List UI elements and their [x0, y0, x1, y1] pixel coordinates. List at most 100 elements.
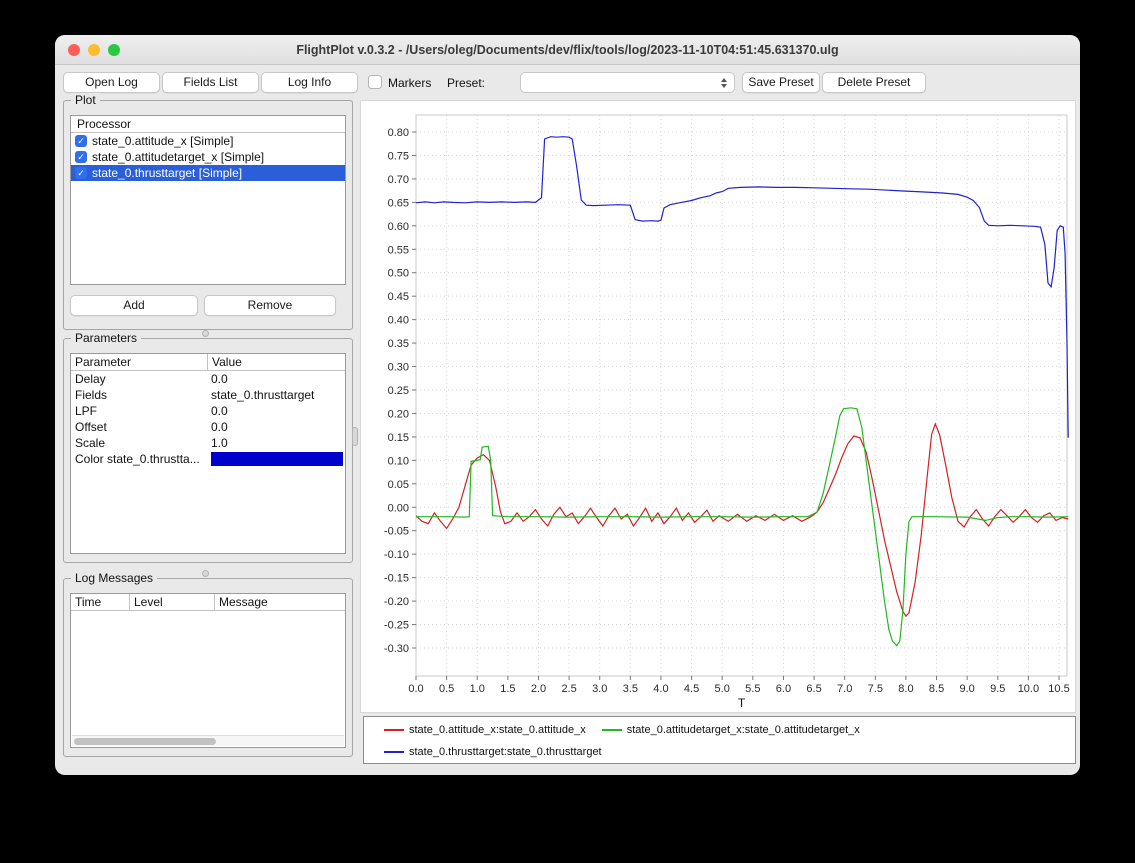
plot-panel-title: Plot [71, 93, 100, 107]
x-tick-label: 6.5 [806, 683, 821, 695]
parameter-row: Fieldsstate_0.thrusttarget [71, 387, 345, 403]
split-handle-vertical[interactable] [352, 427, 358, 446]
fields-list-button[interactable]: Fields List [162, 72, 259, 93]
zoom-button[interactable] [108, 44, 120, 56]
x-tick-label: 6.0 [776, 683, 791, 695]
plot-series-item[interactable]: ✓ state_0.thrusttarget [Simple] [71, 165, 345, 181]
plot-series-list[interactable]: Processor ✓state_0.attitude_x [Simple]✓s… [70, 115, 346, 285]
parameter-name: Fields [71, 387, 207, 403]
parameter-row: Scale1.0 [71, 435, 345, 451]
parameters-table-header: Parameter Value [71, 354, 345, 371]
y-tick-label: 0.45 [388, 291, 409, 303]
log-messages-title: Log Messages [71, 571, 157, 585]
x-tick-label: 1.5 [500, 683, 515, 695]
x-tick-label: 10.0 [1018, 683, 1039, 695]
legend-line-sample [384, 729, 404, 731]
parameter-value[interactable]: 0.0 [207, 403, 345, 419]
y-tick-label: 0.20 [388, 408, 409, 420]
log-messages-table: Time Level Message [70, 593, 346, 748]
x-tick-label: 9.0 [960, 683, 975, 695]
y-tick-label: 0.25 [388, 385, 409, 397]
legend-item: state_0.attitudetarget_x:state_0.attitud… [602, 724, 860, 736]
series-label: state_0.attitude_x [Simple] [92, 134, 233, 148]
x-tick-label: 7.0 [837, 683, 852, 695]
parameter-row: Offset0.0 [71, 419, 345, 435]
log-table-header: Time Level Message [71, 594, 345, 611]
log-info-button[interactable]: Log Info [261, 72, 358, 93]
chart-canvas[interactable]: 0.00.51.01.52.02.53.03.54.04.55.05.56.06… [361, 101, 1077, 714]
x-tick-label: 4.0 [653, 683, 668, 695]
plot-series-item[interactable]: ✓ state_0.attitude_x [Simple] [71, 133, 345, 149]
param-column-header: Parameter [71, 354, 207, 370]
y-tick-label: 0.55 [388, 244, 409, 256]
y-tick-label: -0.15 [384, 573, 409, 585]
color-swatch[interactable] [211, 452, 343, 466]
list-body: ✓ state_0.attitude_x [Simple] ✓ state_0.att… [71, 133, 345, 181]
open-log-button[interactable]: Open Log [63, 72, 160, 93]
parameters-table-body: Delay0.0Fieldsstate_0.thrusttargetLPF0.0… [71, 371, 345, 467]
x-tick-label: 3.0 [592, 683, 607, 695]
parameter-row: LPF0.0 [71, 403, 345, 419]
legend-item: state_0.attitude_x:state_0.attitude_x [384, 724, 586, 736]
series-checkbox[interactable]: ✓ [75, 135, 87, 147]
y-tick-label: -0.25 [384, 620, 409, 632]
y-tick-label: 0.80 [388, 127, 409, 139]
series-label: state_0.attitudetarget_x [Simple] [92, 150, 264, 164]
parameter-value[interactable] [207, 451, 345, 467]
parameter-value[interactable]: state_0.thrusttarget [207, 387, 345, 403]
scrollbar-thumb[interactable] [74, 738, 216, 745]
x-tick-label: 5.5 [745, 683, 760, 695]
horizontal-scrollbar[interactable] [72, 735, 344, 746]
x-tick-label: 8.0 [898, 683, 913, 695]
markers-checkbox[interactable] [368, 75, 382, 89]
preset-combobox[interactable] [520, 72, 735, 93]
series-checkbox[interactable]: ✓ [75, 167, 87, 179]
parameter-row: Color state_0.thrustta... [71, 451, 345, 467]
y-tick-label: 0.65 [388, 197, 409, 209]
remove-button[interactable]: Remove [204, 295, 336, 316]
legend-line-sample [384, 751, 404, 753]
y-tick-label: 0.05 [388, 479, 409, 491]
legend-label: state_0.thrusttarget:state_0.thrusttarge… [409, 746, 602, 758]
x-tick-label: 10.5 [1048, 683, 1069, 695]
combo-stepper-icon [718, 76, 730, 90]
parameters-table[interactable]: Parameter Value Delay0.0Fieldsstate_0.th… [70, 353, 346, 554]
plot-series-item[interactable]: ✓ state_0.attitudetarget_x [Simple] [71, 149, 345, 165]
value-column-header: Value [207, 354, 345, 370]
y-tick-label: 0.70 [388, 174, 409, 186]
parameter-row: Delay0.0 [71, 371, 345, 387]
title-bar: FlightPlot v.0.3.2 - /Users/oleg/Documen… [55, 35, 1080, 65]
level-column-header: Level [129, 594, 214, 610]
y-tick-label: -0.20 [384, 596, 409, 608]
chart-legend: state_0.attitude_x:state_0.attitude_xsta… [363, 716, 1076, 764]
parameter-value[interactable]: 0.0 [207, 419, 345, 435]
x-tick-label: 0.5 [439, 683, 454, 695]
window-title: FlightPlot v.0.3.2 - /Users/oleg/Documen… [135, 43, 1000, 57]
x-tick-label: 4.5 [684, 683, 699, 695]
split-handle[interactable] [202, 330, 209, 337]
x-axis-label: T [738, 696, 746, 710]
minimize-button[interactable] [88, 44, 100, 56]
parameter-name: LPF [71, 403, 207, 419]
series-line [416, 424, 1068, 616]
y-tick-label: 0.35 [388, 338, 409, 350]
parameters-panel: Parameters Parameter Value Delay0.0Field… [63, 338, 353, 563]
series-label: state_0.thrusttarget [Simple] [92, 166, 242, 180]
close-button[interactable] [68, 44, 80, 56]
split-handle[interactable] [202, 570, 209, 577]
delete-preset-button[interactable]: Delete Preset [822, 72, 926, 93]
save-preset-button[interactable]: Save Preset [742, 72, 820, 93]
add-button[interactable]: Add [70, 295, 198, 316]
plot-panel: Plot Processor ✓state_0.attitude_x [Simp… [63, 100, 353, 330]
parameter-value[interactable]: 1.0 [207, 435, 345, 451]
x-tick-label: 0.0 [408, 683, 423, 695]
plot-border [416, 115, 1067, 676]
parameter-value[interactable]: 0.0 [207, 371, 345, 387]
x-tick-label: 3.5 [623, 683, 638, 695]
time-column-header: Time [71, 594, 129, 610]
series-checkbox[interactable]: ✓ [75, 151, 87, 163]
x-tick-label: 2.0 [531, 683, 546, 695]
y-tick-label: -0.05 [384, 526, 409, 538]
x-tick-label: 2.5 [561, 683, 576, 695]
chart-area[interactable]: 0.00.51.01.52.02.53.03.54.04.55.05.56.06… [360, 100, 1076, 713]
